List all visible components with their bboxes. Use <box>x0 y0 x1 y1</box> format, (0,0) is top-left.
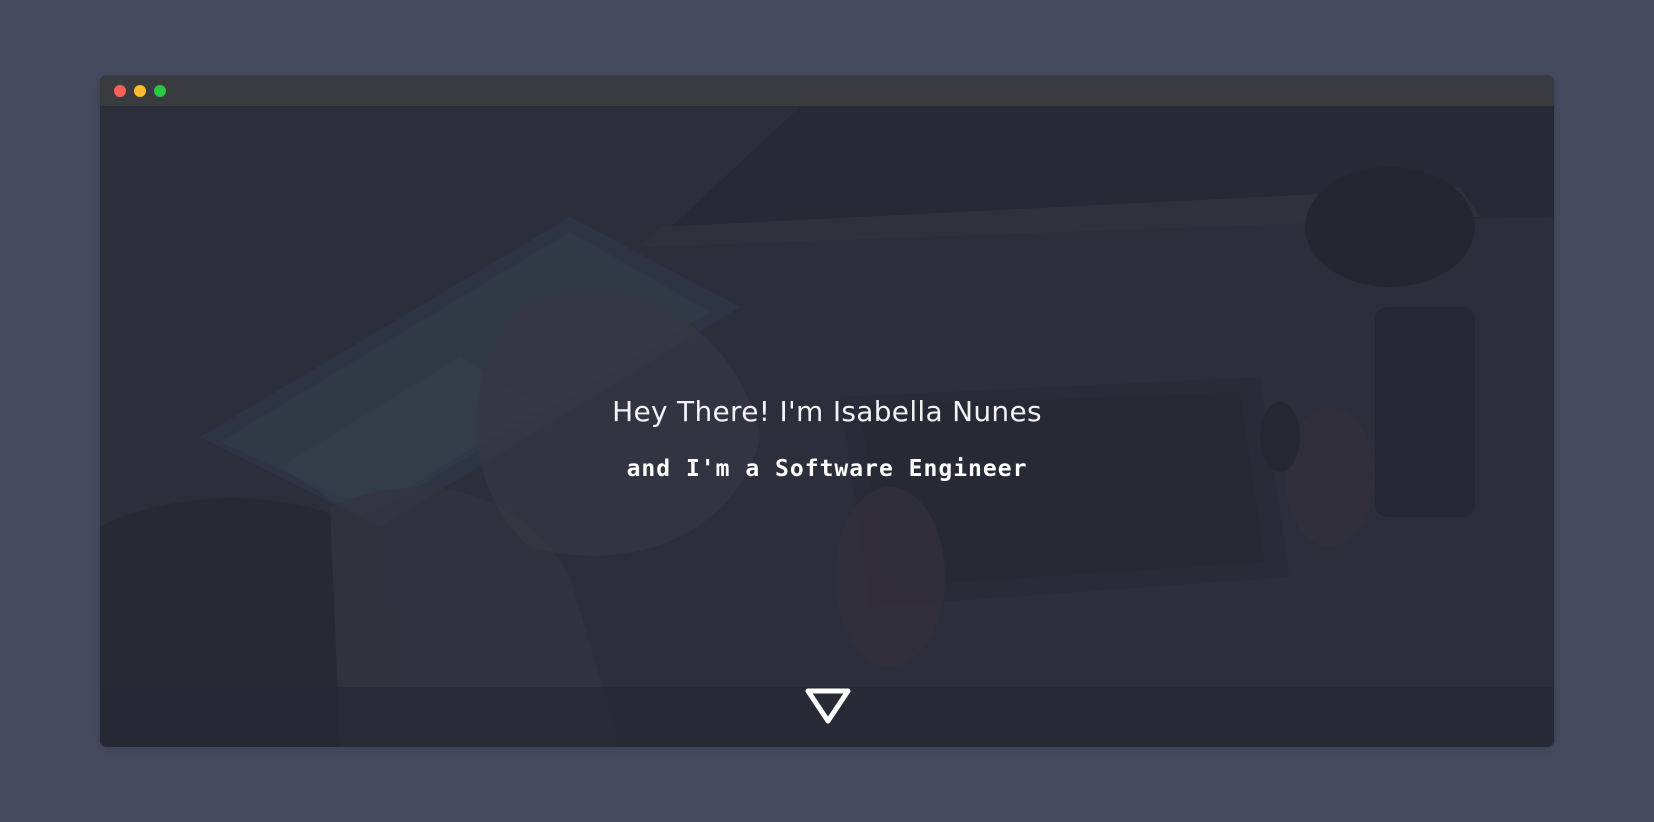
minimize-window-button[interactable] <box>134 85 146 97</box>
close-window-button[interactable] <box>114 85 126 97</box>
hero-title: Hey There! I'm Isabella Nunes <box>612 395 1042 428</box>
maximize-window-button[interactable] <box>154 85 166 97</box>
window-titlebar <box>100 75 1554 107</box>
browser-window: Hey There! I'm Isabella Nunes and I'm a … <box>100 75 1554 747</box>
hero-section: Hey There! I'm Isabella Nunes and I'm a … <box>100 107 1554 747</box>
down-triangle-icon[interactable] <box>804 687 852 725</box>
hero-subtitle: and I'm a Software Engineer <box>626 456 1028 482</box>
